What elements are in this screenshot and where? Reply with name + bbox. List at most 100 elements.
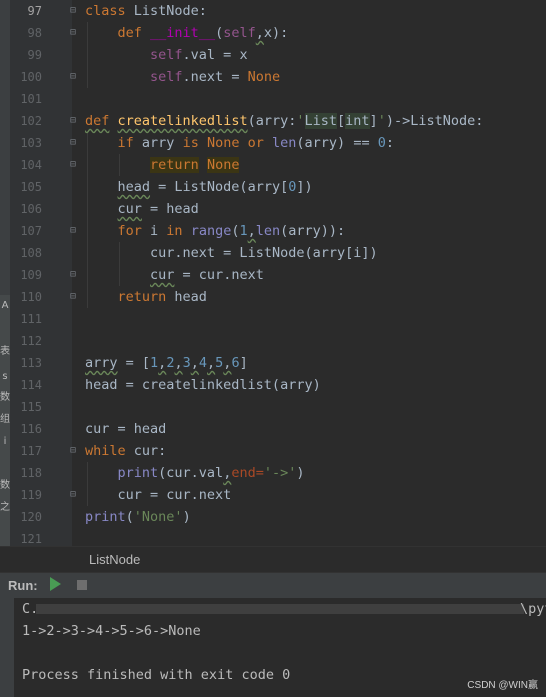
code-text: ) — [182, 509, 191, 525]
line-number: 115 — [20, 400, 42, 414]
code-line[interactable]: cur = cur.next — [85, 264, 264, 286]
keyword-in: in — [166, 223, 183, 239]
code-line[interactable]: for i in range(1,len(arry)): — [85, 220, 346, 242]
keyword-return: return — [117, 289, 167, 305]
number-literal: 1 — [239, 223, 248, 239]
code-line[interactable]: self.val = x — [85, 44, 248, 66]
code-text: (arry: — [247, 113, 297, 129]
code-line[interactable]: while cur: — [85, 440, 166, 462]
code-line[interactable]: head = ListNode(arry[0]) — [85, 176, 313, 198]
fold-collapse-icon[interactable]: ⊟ — [70, 6, 80, 16]
variable: arry — [85, 355, 118, 371]
code-editor[interactable]: A 表 s 数 组 i 数 之 C 97 98 99 100 101 102 1… — [0, 0, 546, 546]
code-text: i — [141, 223, 167, 239]
fold-collapse-icon[interactable]: ⊟ — [70, 116, 80, 126]
keyword-while: while — [85, 443, 126, 459]
code-text: ) — [296, 465, 305, 481]
code-text: .next = — [182, 69, 248, 85]
code-text: arry — [133, 135, 183, 151]
builtin-range: range — [190, 223, 232, 239]
line-number: 121 — [20, 532, 42, 546]
code-text: ] — [369, 113, 378, 129]
code-line[interactable]: print(cur.val,end='->') — [85, 462, 305, 484]
breadcrumb[interactable]: ListNode — [0, 546, 546, 573]
code-line[interactable]: cur = head — [85, 418, 166, 440]
line-number: 100 — [20, 70, 42, 84]
keyword-arg: end= — [231, 465, 264, 481]
code-line[interactable]: arry = [1,2,3,4,5,6] — [85, 352, 248, 374]
code-line[interactable]: return head — [85, 286, 207, 308]
code-text: , — [247, 223, 256, 239]
fold-collapse-icon[interactable]: ⊟ — [70, 226, 80, 236]
line-number: 119 — [20, 488, 42, 502]
keyword-none: None — [206, 157, 240, 173]
string-quote: ' — [296, 113, 305, 129]
line-number: 104 — [20, 158, 42, 172]
code-text: = cur.next — [174, 267, 264, 283]
line-number: 103 — [20, 136, 42, 150]
code-text: (cur.val — [158, 465, 224, 481]
strip-char: A — [1, 300, 9, 311]
code-line[interactable]: cur.next = ListNode(arry[i]) — [85, 242, 378, 264]
breadcrumb-item[interactable]: ListNode — [89, 552, 140, 567]
keyword-is: is — [182, 135, 199, 151]
keyword-return: return — [150, 157, 199, 173]
function-name: createlinkedlist — [117, 113, 248, 129]
line-number: 106 — [20, 202, 42, 216]
strip-char: 数 — [0, 392, 10, 403]
builtin-print: print — [85, 509, 126, 525]
string-literal: '->' — [263, 465, 297, 481]
strip-char: 表 — [0, 346, 10, 357]
type-hint: List — [304, 113, 338, 129]
fold-end-icon[interactable]: ⊟ — [70, 292, 80, 302]
code-text: [ — [337, 113, 346, 129]
line-number: 102 — [20, 114, 42, 128]
number-literal: 4 — [198, 355, 208, 371]
code-text: ( — [125, 509, 134, 525]
rerun-icon[interactable] — [50, 577, 61, 591]
line-number: 110 — [20, 290, 42, 304]
code-line[interactable]: self.next = None — [85, 66, 280, 88]
code-line[interactable]: print('None') — [85, 506, 191, 528]
code-text: ] — [239, 355, 248, 371]
fold-collapse-icon[interactable]: ⊟ — [70, 446, 80, 456]
code-line[interactable]: head = createlinkedlist(arry) — [85, 374, 321, 396]
code-text: ]) — [296, 179, 313, 195]
line-number: 109 — [20, 268, 42, 282]
variable: cur — [150, 267, 175, 283]
builtin-len: len — [255, 223, 281, 239]
fold-end-icon[interactable]: ⊟ — [70, 270, 80, 280]
code-text: cur = cur.next — [117, 487, 232, 503]
strip-char: 之 — [0, 502, 10, 513]
line-number: 108 — [20, 246, 42, 260]
code-line[interactable]: def createlinkedlist(arry:'List[int]')->… — [85, 110, 483, 132]
fold-end-icon[interactable]: ⊟ — [70, 160, 80, 170]
run-console[interactable]: C. \pyt 1->2->3->4->5->6->None Process f… — [0, 598, 546, 697]
strip-char: i — [3, 436, 7, 447]
line-number: 114 — [20, 378, 42, 392]
code-line[interactable]: cur = cur.next — [85, 484, 232, 506]
code-line[interactable]: return None — [85, 154, 240, 176]
line-number: 99 — [27, 48, 42, 62]
line-number: 98 — [27, 26, 42, 40]
fold-end-icon[interactable]: ⊟ — [70, 72, 80, 82]
stop-icon[interactable] — [77, 580, 87, 590]
fold-collapse-icon[interactable]: ⊟ — [70, 28, 80, 38]
code-text: (arry)): — [280, 223, 346, 239]
line-number: 111 — [20, 312, 42, 326]
code-line[interactable]: def __init__(self,x): — [85, 22, 289, 44]
builtin-len: len — [272, 135, 297, 151]
run-toolbar: Run: — [0, 572, 546, 599]
fold-end-icon[interactable]: ⊟ — [70, 490, 80, 500]
code-line[interactable]: class ListNode: — [85, 0, 207, 22]
fold-collapse-icon[interactable]: ⊟ — [70, 138, 80, 148]
number-literal: 0 — [377, 135, 386, 151]
code-text: = head — [141, 201, 199, 217]
code-line[interactable]: cur = head — [85, 198, 199, 220]
console-exit-message: Process finished with exit code 0 — [22, 667, 291, 683]
string-literal: 'None' — [133, 509, 183, 525]
keyword-or: or — [247, 135, 264, 151]
code-text: : — [385, 135, 394, 151]
code-line[interactable]: if arry is None or len(arry) == 0: — [85, 132, 394, 154]
self-ref: self — [150, 69, 183, 85]
